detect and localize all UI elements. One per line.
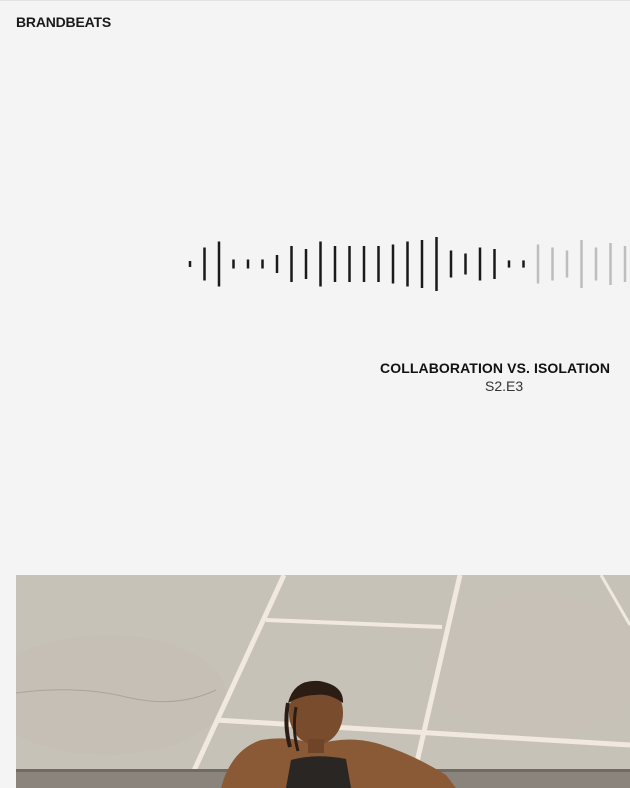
audio-waveform[interactable] <box>180 232 630 296</box>
top-divider <box>0 0 630 1</box>
episode-code: S2.E3 <box>485 378 524 394</box>
hero-photo <box>16 575 630 788</box>
hero-photo-illustration <box>16 575 630 788</box>
brand-logo[interactable]: BRANDBEATS <box>16 14 111 30</box>
episode-title: COLLABORATION VS. ISOLATION <box>380 360 611 376</box>
page: BRANDBEATS COLLABORATION VS. ISOLATION S… <box>0 0 630 788</box>
